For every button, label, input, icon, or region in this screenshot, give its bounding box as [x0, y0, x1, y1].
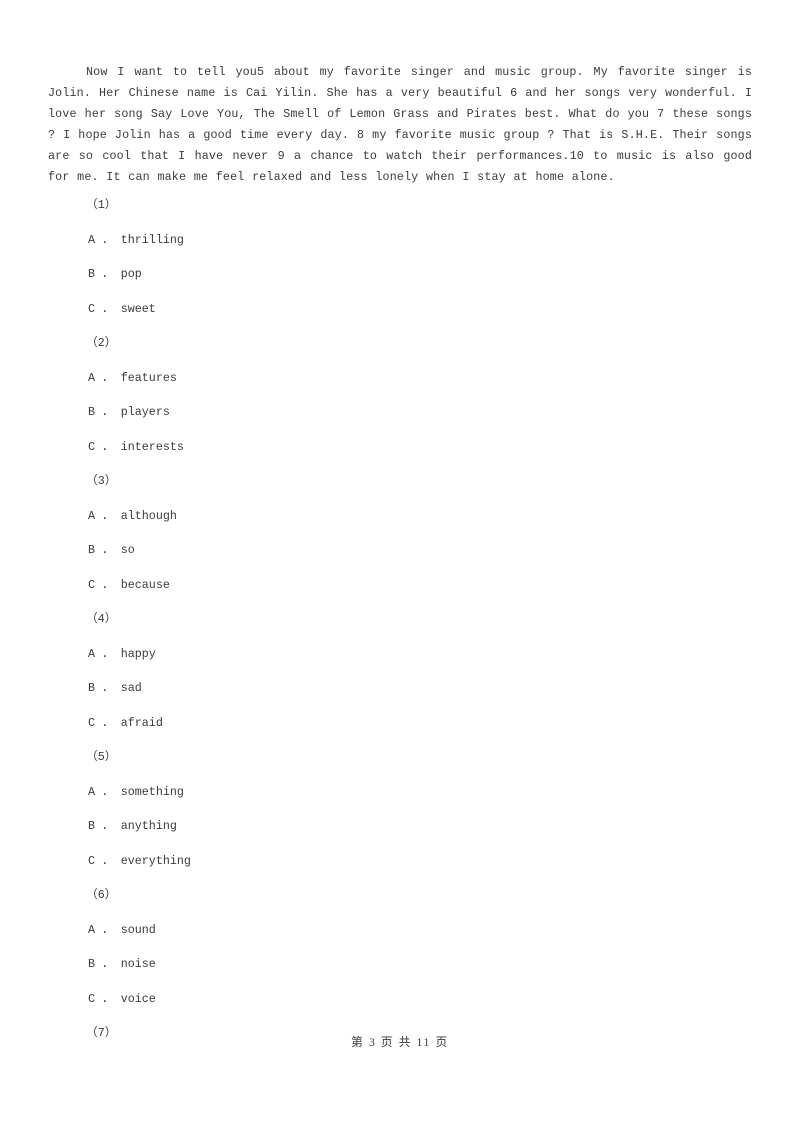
option-separator: ． — [102, 922, 114, 937]
option-text: afraid — [120, 715, 163, 730]
option-letter: A — [88, 922, 96, 937]
option-text: because — [120, 577, 170, 592]
question-block: （5） A ． something B ． anything C ． everythi… — [0, 740, 800, 878]
option-letter: C — [88, 301, 96, 316]
answer-option[interactable]: A ． although — [0, 499, 800, 534]
option-letter: C — [88, 853, 96, 868]
option-separator: ． — [102, 577, 114, 592]
option-separator: ． — [102, 957, 114, 971]
option-separator: ． — [102, 267, 114, 281]
option-text: thrilling — [120, 232, 184, 247]
option-separator: ． — [102, 681, 114, 695]
answer-option[interactable]: B ． noise — [0, 947, 800, 982]
option-text: sad — [120, 681, 142, 695]
question-number: （6） — [86, 888, 117, 902]
question-block: （2） A ． features B ． players C ． interests — [0, 326, 800, 464]
option-text: features — [120, 370, 177, 385]
option-letter: A — [88, 508, 96, 523]
answer-option[interactable]: A ． sound — [0, 913, 800, 948]
option-separator: ． — [102, 232, 114, 247]
option-separator: ． — [102, 543, 114, 557]
question-number: （3） — [86, 474, 117, 488]
option-text: although — [120, 508, 177, 523]
option-letter: A — [88, 232, 96, 247]
option-letter: B — [88, 957, 96, 971]
answer-option[interactable]: C ． because — [0, 568, 800, 603]
answer-option[interactable]: B ． so — [0, 533, 800, 568]
option-letter: B — [88, 681, 96, 695]
page-footer: 第 3 页 共 11 页 — [351, 1036, 449, 1049]
option-separator: ． — [102, 991, 114, 1006]
answer-option[interactable]: C ． afraid — [0, 706, 800, 741]
option-letter: C — [88, 991, 96, 1006]
question-block: （1） A ． thrilling B ． pop C ． sweet — [0, 188, 800, 326]
question-block: （4） A ． happy B ． sad C ． afraid — [0, 602, 800, 740]
option-letter: C — [88, 577, 96, 592]
option-text: noise — [120, 957, 156, 971]
answer-option[interactable]: B ． pop — [0, 257, 800, 292]
option-separator: ． — [102, 508, 114, 523]
option-separator: ． — [102, 646, 114, 661]
option-text: pop — [120, 267, 142, 281]
reading-passage: Now I want to tell you5 about my favorit… — [48, 64, 752, 184]
option-letter: A — [88, 370, 96, 385]
question-block: （3） A ． although B ． so C ． because — [0, 464, 800, 602]
answer-option[interactable]: C ． interests — [0, 430, 800, 465]
option-letter: C — [88, 439, 96, 454]
answer-option[interactable]: C ． voice — [0, 982, 800, 1017]
option-separator: ． — [102, 301, 114, 316]
option-separator: ． — [102, 405, 114, 419]
answer-option[interactable]: A ． thrilling — [0, 223, 800, 258]
option-letter: B — [88, 543, 96, 557]
question-block: （6） A ． sound B ． noise C ． voice — [0, 878, 800, 1016]
option-letter: C — [88, 715, 96, 730]
option-separator: ． — [102, 853, 114, 868]
option-separator: ． — [102, 715, 114, 730]
answer-option[interactable]: B ． players — [0, 395, 800, 430]
option-letter: A — [88, 784, 96, 799]
option-text: everything — [120, 853, 191, 868]
option-text: something — [120, 784, 184, 799]
option-text: sweet — [120, 301, 156, 316]
option-text: interests — [120, 439, 184, 454]
option-letter: B — [88, 819, 96, 833]
option-separator: ． — [102, 819, 114, 833]
option-separator: ． — [102, 370, 114, 385]
option-text: happy — [120, 646, 156, 661]
answer-option[interactable]: C ． everything — [0, 844, 800, 879]
answer-option[interactable]: B ． sad — [0, 671, 800, 706]
question-number: （2） — [86, 336, 117, 350]
option-text: anything — [120, 819, 177, 833]
answer-option[interactable]: C ． sweet — [0, 292, 800, 327]
answer-option[interactable]: B ． anything — [0, 809, 800, 844]
document-page: Now I want to tell you5 about my favorit… — [0, 0, 800, 1132]
answer-option[interactable]: A ． something — [0, 775, 800, 810]
answer-option[interactable]: A ． happy — [0, 637, 800, 672]
option-letter: B — [88, 267, 96, 281]
option-letter: A — [88, 646, 96, 661]
question-number: （1） — [86, 198, 117, 212]
option-text: so — [120, 543, 135, 557]
option-separator: ． — [102, 784, 114, 799]
question-list: （1） A ． thrilling B ． pop C ． sweet （2） A ． f… — [0, 188, 800, 1051]
answer-option[interactable]: A ． features — [0, 361, 800, 396]
option-separator: ． — [102, 439, 114, 454]
question-number: （5） — [86, 750, 117, 764]
question-number: （4） — [86, 612, 117, 626]
option-text: players — [120, 405, 170, 419]
option-text: voice — [120, 991, 156, 1006]
option-letter: B — [88, 405, 96, 419]
option-text: sound — [120, 922, 156, 937]
